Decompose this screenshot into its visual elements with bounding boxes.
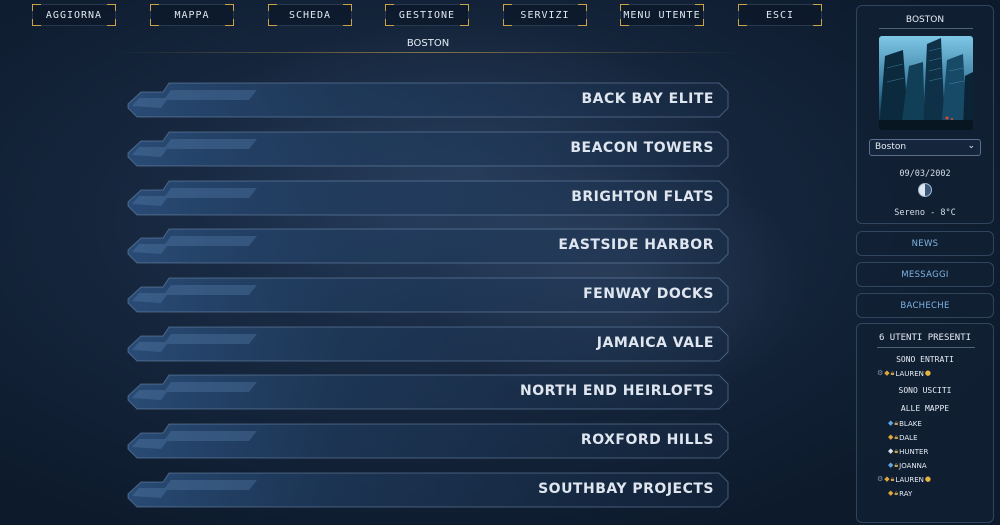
user-row[interactable]: ◆ 🔒︎ DALE (888, 432, 918, 443)
diamond-gold-icon: ◆ (884, 369, 890, 377)
nav-label: SERVIZI (520, 9, 570, 21)
divider (879, 28, 973, 29)
location-label: BEACON TOWERS (570, 140, 714, 156)
lock-icon: 🔒︎ (894, 419, 899, 427)
city-weather: Sereno - 8°C (894, 208, 956, 218)
location-label: JAMAICA VALE (596, 335, 714, 351)
gear-icon: ⚙ (877, 369, 884, 377)
nav-aggiorna-button[interactable]: AGGIORNA (32, 4, 116, 26)
user-name: DALE (899, 433, 918, 442)
city-image (879, 36, 973, 130)
messaggi-button[interactable]: MESSAGGI (856, 262, 994, 287)
location-item[interactable]: EASTSIDE HARBOR (127, 228, 729, 264)
nav-esci-button[interactable]: ESCI (738, 4, 822, 26)
lock-icon: 🔒︎ (894, 447, 899, 455)
nav-servizi-button[interactable]: SERVIZI (503, 4, 587, 26)
city-panel: BOSTON Boston ⌄ 09/03/2002 Sereno - 8°C (856, 5, 994, 224)
exited-heading: SONO USCITI (898, 386, 952, 395)
nav-label: SCHEDA (288, 9, 332, 21)
user-row[interactable]: ◆ 🔒︎ HUNTER (888, 446, 928, 457)
nav-gestione-button[interactable]: GESTIONE (385, 4, 469, 26)
button-label: NEWS (911, 238, 939, 249)
divider (877, 347, 975, 348)
entered-heading: SONO ENTRATI (896, 355, 954, 364)
user-name: BLAKE (899, 419, 922, 428)
news-button[interactable]: NEWS (856, 231, 994, 256)
lock-icon: 🔒︎ (890, 369, 895, 377)
diamond-gold-icon: ◆ (888, 489, 894, 497)
user-name: LAUREN (895, 475, 924, 484)
user-row[interactable]: ◆ 🔒︎ BLAKE (888, 418, 922, 429)
lock-icon: 🔒︎ (894, 433, 899, 441)
nav-menu-utente-button[interactable]: MENU UTENTE (620, 4, 704, 26)
lock-icon: 🔒︎ (894, 461, 899, 469)
city-select[interactable]: Boston ⌄ (869, 139, 981, 156)
location-item[interactable]: FENWAY DOCKS (127, 277, 729, 313)
location-item[interactable]: ROXFORD HILLS (127, 423, 729, 459)
half-moon-icon (918, 183, 932, 197)
diamond-white-icon: ◆ (888, 447, 894, 455)
location-item[interactable]: BRIGHTON FLATS (127, 180, 729, 216)
user-name: RAY (899, 489, 913, 498)
title-divider (110, 52, 746, 53)
location-pin-icon: ● (924, 475, 932, 483)
user-row[interactable]: ⚙ ◆ 🔒︎ LAUREN ● (877, 368, 932, 379)
city-select-value: Boston (875, 142, 907, 152)
nav-scheda-button[interactable]: SCHEDA (268, 4, 352, 26)
maps-heading: ALLE MAPPE (900, 404, 950, 413)
user-row[interactable]: ◆ 🔒︎ RAY (888, 488, 912, 499)
chevron-down-icon: ⌄ (967, 141, 975, 151)
top-nav: AGGIORNA MAPPA SCHEDA GESTIONE SERVIZI M… (0, 0, 850, 36)
user-name: HUNTER (899, 447, 929, 456)
location-item[interactable]: SOUTHBAY PROJECTS (127, 472, 729, 508)
location-item[interactable]: NORTH END HEIRLOFTS (127, 374, 729, 410)
user-row[interactable]: ◆ 🔒︎ JOANNA (888, 460, 927, 471)
nav-mappa-button[interactable]: MAPPA (150, 4, 234, 26)
online-users-panel: 6 UTENTI PRESENTI SONO ENTRATI SONO USCI… (856, 323, 994, 523)
location-label: SOUTHBAY PROJECTS (538, 481, 714, 497)
city-name: BOSTON (905, 15, 945, 25)
users-count: 6 UTENTI PRESENTI (878, 333, 972, 343)
location-label: BRIGHTON FLATS (571, 189, 714, 205)
location-item[interactable]: BEACON TOWERS (127, 131, 729, 167)
user-row[interactable]: ⚙ ◆ 🔒︎ LAUREN ● (877, 474, 932, 485)
bacheche-button[interactable]: BACHECHE (856, 293, 994, 318)
diamond-gold-icon: ◆ (888, 433, 894, 441)
lock-icon: 🔒︎ (890, 475, 895, 483)
lock-icon: 🔒︎ (894, 489, 899, 497)
button-label: BACHECHE (900, 300, 950, 311)
nav-label: MENU UTENTE (623, 9, 701, 21)
nav-label: AGGIORNA (45, 9, 103, 21)
location-label: NORTH END HEIRLOFTS (520, 383, 714, 399)
page-title: BOSTON (406, 38, 450, 49)
location-label: BACK BAY ELITE (581, 91, 714, 107)
gear-icon: ⚙ (877, 475, 884, 483)
location-label: EASTSIDE HARBOR (558, 237, 714, 253)
city-date: 09/03/2002 (899, 169, 951, 179)
button-label: MESSAGGI (901, 269, 949, 280)
location-item[interactable]: BACK BAY ELITE (127, 82, 729, 118)
nav-label: GESTIONE (398, 9, 456, 21)
location-label: ROXFORD HILLS (580, 432, 714, 448)
nav-label: ESCI (765, 9, 795, 21)
user-name: LAUREN (895, 369, 924, 378)
location-item[interactable]: JAMAICA VALE (127, 326, 729, 362)
diamond-blue-icon: ◆ (888, 419, 894, 427)
nav-label: MAPPA (174, 9, 210, 21)
diamond-gold-icon: ◆ (884, 475, 890, 483)
location-label: FENWAY DOCKS (583, 286, 714, 302)
location-pin-icon: ● (924, 369, 932, 377)
user-name: JOANNA (899, 461, 927, 470)
diamond-blue-icon: ◆ (888, 461, 894, 469)
